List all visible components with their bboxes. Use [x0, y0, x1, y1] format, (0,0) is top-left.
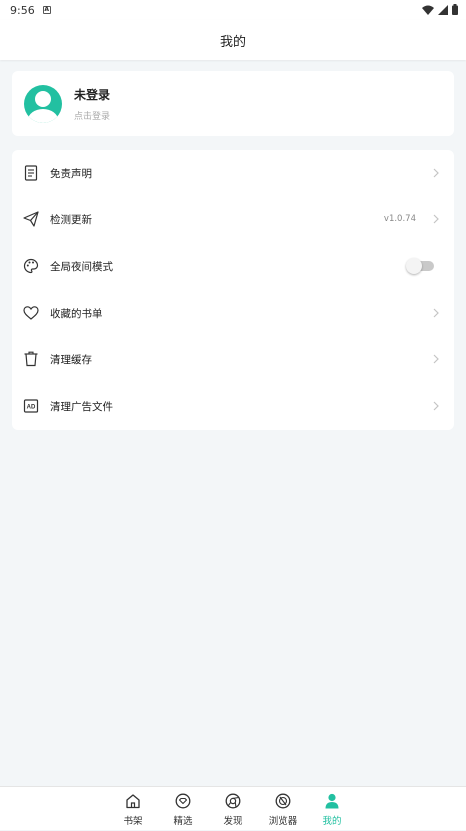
menu-item-label: 检测更新	[50, 213, 92, 226]
browser-icon	[275, 793, 291, 809]
chevron-right-icon	[433, 308, 439, 318]
menu-item-clear-cache[interactable]: 清理缓存	[12, 336, 454, 382]
settings-menu: 免责声明 检测更新 v1.0.74 全局夜间模式 收藏的书单 清理缓存 AD 清…	[12, 150, 454, 430]
profile-card[interactable]: 未登录 点击登录	[12, 71, 454, 136]
palette-icon	[23, 258, 39, 274]
profile-name: 未登录	[74, 87, 111, 102]
status-indicators	[422, 4, 458, 15]
menu-item-label: 免责声明	[50, 167, 92, 180]
menu-item-label: 全局夜间模式	[50, 260, 113, 273]
avatar	[24, 84, 62, 123]
heart-icon	[23, 306, 39, 320]
nav-label: 我的	[322, 816, 342, 827]
version-label: v1.0.74	[383, 214, 416, 224]
nav-label: 精选	[173, 816, 193, 827]
menu-item-favorite-booklists[interactable]: 收藏的书单	[12, 290, 454, 336]
night-mode-toggle[interactable]	[406, 258, 434, 274]
menu-item-disclaimer[interactable]: 免责声明	[12, 150, 454, 196]
home-icon	[126, 794, 140, 809]
document-icon	[24, 165, 38, 181]
menu-item-clear-ad-files[interactable]: AD 清理广告文件	[12, 383, 454, 429]
nav-label: 书架	[123, 816, 143, 827]
notification-icon: A	[42, 6, 51, 14]
nav-item-bookshelf[interactable]: 书架	[113, 787, 153, 831]
menu-item-label: 收藏的书单	[50, 307, 103, 320]
menu-item-night-mode[interactable]: 全局夜间模式	[12, 243, 454, 289]
nav-item-featured[interactable]: 精选	[163, 787, 203, 831]
ad-icon: AD	[23, 399, 39, 413]
featured-icon	[175, 793, 191, 809]
chevron-right-icon	[433, 401, 439, 411]
menu-item-label: 清理缓存	[50, 353, 92, 366]
battery-icon	[452, 4, 458, 15]
discover-icon	[225, 793, 241, 809]
page-title: 我的	[219, 34, 246, 50]
status-bar: 9:56 A	[0, 0, 466, 20]
nav-item-discover[interactable]: 发现	[213, 787, 253, 831]
trash-icon	[24, 351, 38, 367]
nav-item-mine[interactable]: 我的	[312, 787, 352, 831]
status-time: 9:56	[10, 3, 35, 17]
bottom-nav: 书架 精选 发现 浏览器 我的	[0, 786, 466, 830]
menu-item-label: 清理广告文件	[50, 400, 113, 413]
svg-text:AD: AD	[27, 405, 36, 411]
nav-label: 发现	[223, 816, 243, 827]
send-icon	[23, 211, 39, 227]
login-prompt[interactable]: 点击登录	[74, 109, 110, 122]
signal-icon	[438, 4, 448, 15]
app-header: 我的	[0, 20, 466, 60]
chevron-right-icon	[433, 168, 439, 178]
nav-item-browser[interactable]: 浏览器	[263, 787, 303, 831]
wifi-icon	[422, 5, 434, 15]
nav-label: 浏览器	[268, 816, 298, 827]
user-icon	[325, 793, 339, 809]
chevron-right-icon	[433, 354, 439, 364]
chevron-right-icon	[433, 214, 439, 224]
menu-item-check-update[interactable]: 检测更新 v1.0.74	[12, 196, 454, 242]
